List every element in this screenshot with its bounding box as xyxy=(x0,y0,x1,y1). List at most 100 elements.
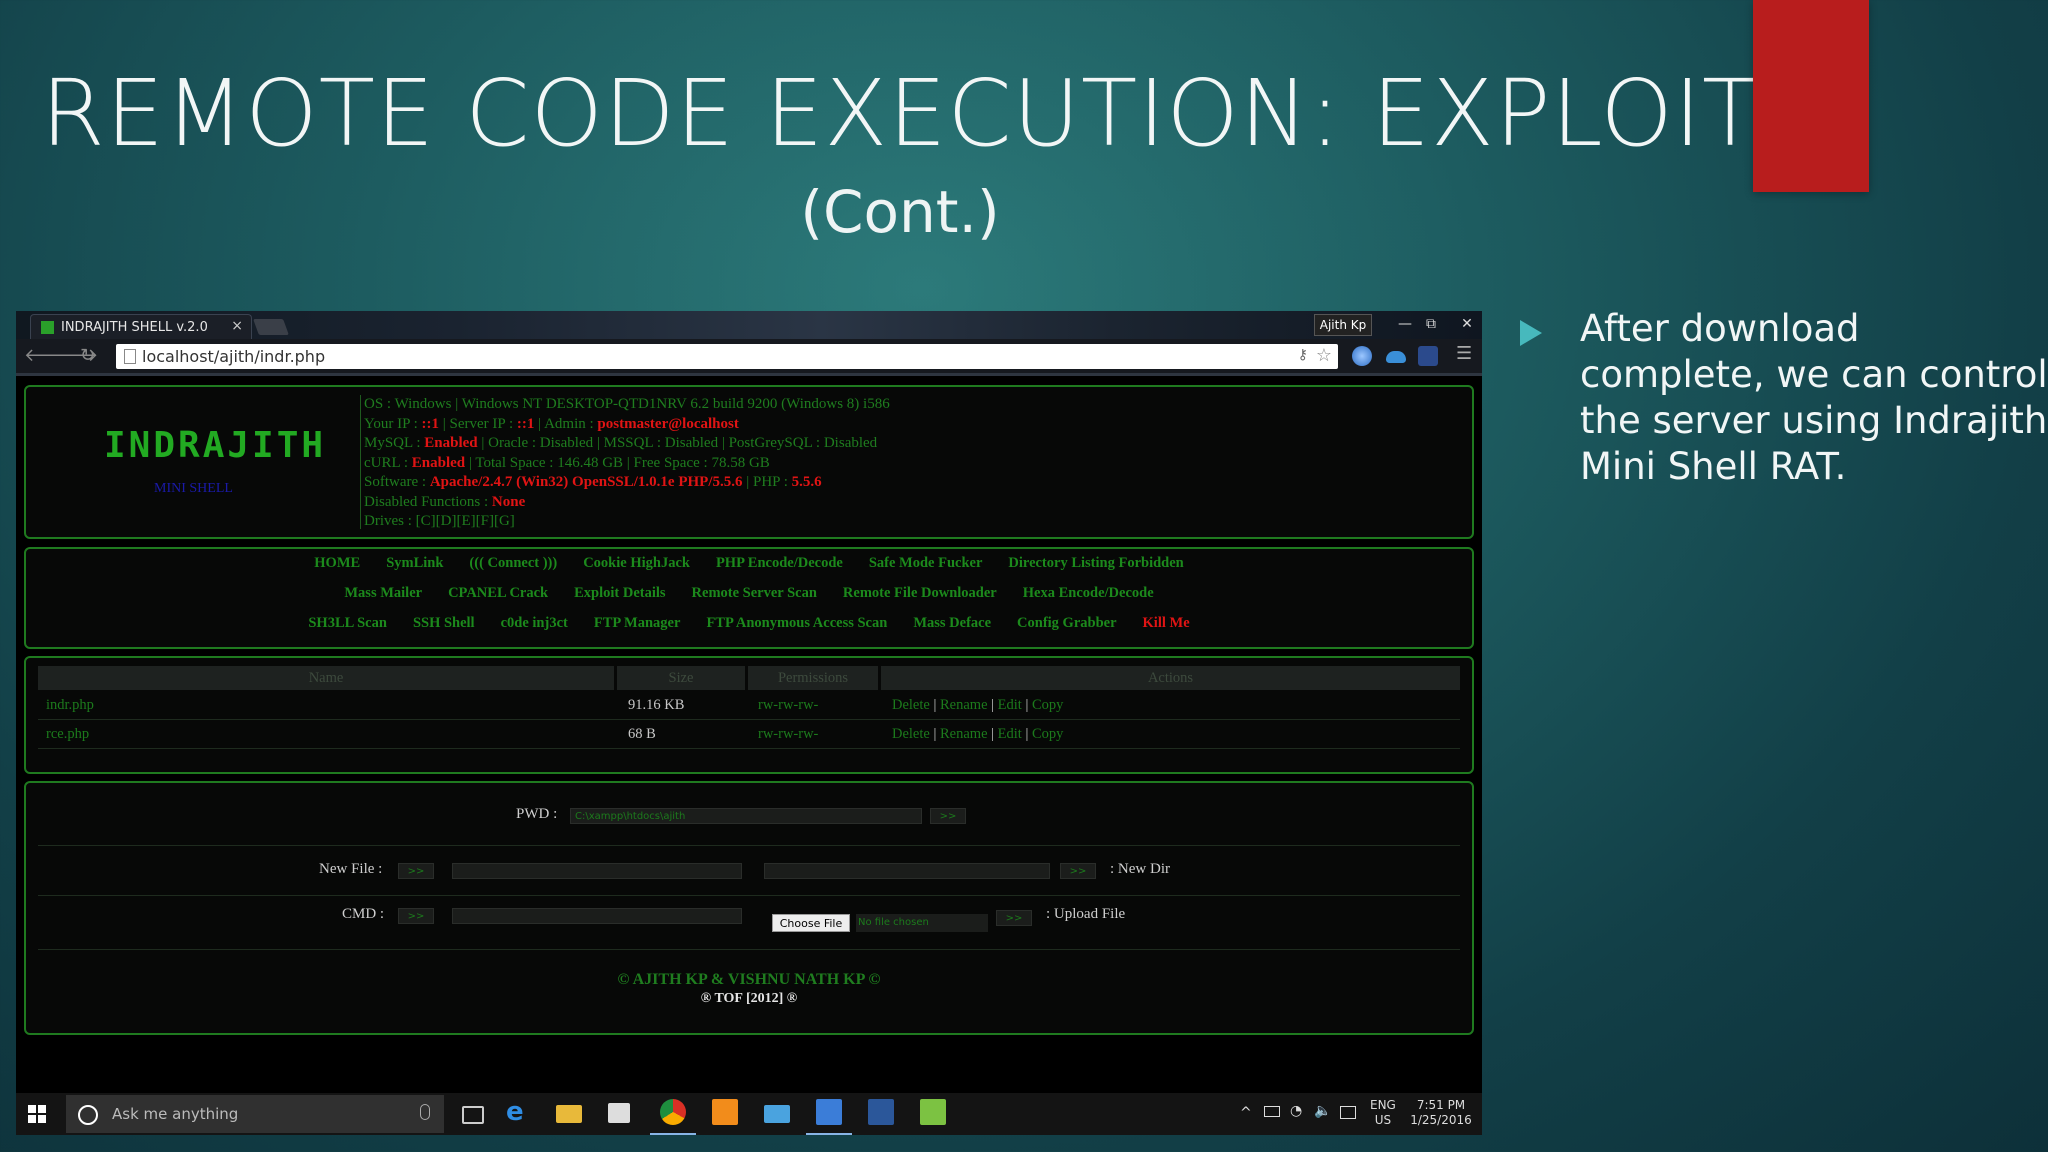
edge-browser-icon[interactable]: e xyxy=(506,1099,532,1125)
new-dir-go-button[interactable]: >> xyxy=(1060,863,1096,879)
file-name[interactable]: rce.php xyxy=(46,721,89,748)
menu-row: SH3LL Scan SSH Shell c0de inj3ct FTP Manage… xyxy=(26,615,1472,632)
menu-remote-server-scan[interactable]: Remote Server Scan xyxy=(692,585,817,601)
battery-icon[interactable] xyxy=(1264,1106,1280,1117)
rename-link[interactable]: Rename xyxy=(940,726,988,742)
bullet-arrow-icon xyxy=(1520,320,1542,346)
browser-titlebar: INDRAJITH SHELL v.2.0 × Ajith Kp — ⧉ ✕ xyxy=(16,311,1482,340)
minimize-icon[interactable]: — xyxy=(1392,313,1418,335)
start-windows-icon[interactable] xyxy=(28,1105,46,1123)
file-explorer-icon[interactable] xyxy=(556,1105,582,1123)
chrome-icon[interactable] xyxy=(660,1099,686,1125)
menu-exploit-details[interactable]: Exploit Details xyxy=(574,585,665,601)
delete-link[interactable]: Delete xyxy=(892,726,930,742)
reload-icon[interactable]: ↻ xyxy=(80,345,95,366)
menu-hexa-encode[interactable]: Hexa Encode/Decode xyxy=(1023,585,1154,601)
address-bar[interactable]: localhost/ajith/indr.php ⚷ ☆ xyxy=(116,344,1338,369)
ip-info: Your IP : ::1 | Server IP : ::1 | Admin … xyxy=(364,415,739,432)
menu-ftp-anonymous-scan[interactable]: FTP Anonymous Access Scan xyxy=(706,615,887,631)
choose-file-button[interactable]: Choose File xyxy=(772,914,850,932)
file-perms: rw-rw-rw- xyxy=(758,726,819,742)
table-row: indr.php 91.16 KB rw-rw-rw- Delete | Ren… xyxy=(38,692,1460,720)
browser-toolbar: 🡐 🡒 ↻ localhost/ajith/indr.php ⚷ ☆ ☰ xyxy=(16,339,1482,376)
copy-link[interactable]: Copy xyxy=(1032,697,1063,713)
menu-config-grabber[interactable]: Config Grabber xyxy=(1017,615,1116,631)
media-app-icon[interactable] xyxy=(816,1099,842,1125)
globe-extension-icon[interactable] xyxy=(1352,346,1372,366)
bullet-text: After download complete, we can control … xyxy=(1580,307,2048,488)
window-app-icon[interactable] xyxy=(764,1105,790,1123)
header-actions: Actions xyxy=(881,666,1460,690)
new-file-input[interactable] xyxy=(452,863,742,879)
language-indicator[interactable]: ENG US xyxy=(1370,1098,1396,1128)
upload-go-button[interactable]: >> xyxy=(996,910,1032,926)
file-table-panel: Name Size Permissions Actions indr.php 9… xyxy=(24,656,1474,774)
rename-link[interactable]: Rename xyxy=(940,697,988,713)
shell-menu-panel: HOME SymLink ((( Connect ))) Cookie HighJac… xyxy=(24,547,1474,649)
windows-taskbar: Ask me anything e ^ ◔ 🔈 ENG US 7:51 PM 1… xyxy=(16,1093,1482,1135)
new-file-label: New File : xyxy=(319,861,383,877)
menu-ftp-manager[interactable]: FTP Manager xyxy=(594,615,681,631)
menu-row: HOME SymLink ((( Connect ))) Cookie HighJac… xyxy=(26,555,1472,572)
new-dir-input[interactable] xyxy=(764,863,1050,879)
cmd-go-button[interactable]: >> xyxy=(398,908,434,924)
shell-logo-subtitle: MINI SHELL xyxy=(154,481,233,496)
close-window-icon[interactable]: ✕ xyxy=(1454,313,1480,335)
drives-info: Drives : [C][D][E][F][G] xyxy=(364,513,515,529)
volume-icon[interactable]: 🔈 xyxy=(1314,1103,1331,1119)
clock-date: 1/25/2016 xyxy=(1410,1113,1472,1127)
tab-close-icon[interactable]: × xyxy=(231,318,243,334)
pwd-input[interactable]: C:\xampp\htdocs\ajith xyxy=(570,808,922,824)
cortana-icon xyxy=(78,1105,98,1125)
store-icon[interactable] xyxy=(608,1103,630,1123)
menu-kill-me[interactable]: Kill Me xyxy=(1143,615,1190,631)
new-file-go-button[interactable]: >> xyxy=(398,863,434,879)
task-view-icon[interactable] xyxy=(462,1106,484,1124)
menu-mass-deface[interactable]: Mass Deface xyxy=(913,615,991,631)
file-actions: Delete | Rename | Edit | Copy xyxy=(892,726,1064,742)
menu-cpanel-crack[interactable]: CPANEL Crack xyxy=(448,585,548,601)
delete-link[interactable]: Delete xyxy=(892,697,930,713)
red-accent-block xyxy=(1753,0,1869,192)
menu-directory-listing[interactable]: Directory Listing Forbidden xyxy=(1008,555,1183,571)
curl-space-info: cURL : Enabled | Total Space : 146.48 GB… xyxy=(364,454,770,471)
clock-time: 7:51 PM xyxy=(1416,1098,1466,1112)
edit-link[interactable]: Edit xyxy=(998,726,1022,742)
microphone-icon[interactable] xyxy=(420,1104,430,1120)
user-badge[interactable]: Ajith Kp xyxy=(1314,314,1372,336)
menu-shell-scan[interactable]: SH3LL Scan xyxy=(308,615,387,631)
pwd-go-button[interactable]: >> xyxy=(930,808,966,824)
notifications-icon[interactable] xyxy=(1340,1106,1356,1119)
word-icon[interactable] xyxy=(868,1099,894,1125)
menu-symlink[interactable]: SymLink xyxy=(386,555,443,571)
browser-tab[interactable]: INDRAJITH SHELL v.2.0 × xyxy=(30,314,252,340)
menu-code-inject[interactable]: c0de inj3ct xyxy=(501,615,568,631)
bookmark-star-icon[interactable]: ☆ xyxy=(1316,345,1332,366)
wifi-icon[interactable]: ◔ xyxy=(1290,1103,1302,1119)
menu-mass-mailer[interactable]: Mass Mailer xyxy=(344,585,422,601)
show-hidden-icons-icon[interactable]: ^ xyxy=(1240,1105,1252,1121)
clock[interactable]: 7:51 PM 1/25/2016 xyxy=(1408,1098,1474,1128)
menu-icon[interactable]: ☰ xyxy=(1456,343,1472,364)
xampp-icon[interactable] xyxy=(712,1099,738,1125)
notepad-icon[interactable] xyxy=(920,1099,946,1125)
new-tab-button[interactable] xyxy=(253,319,289,335)
menu-ssh-shell[interactable]: SSH Shell xyxy=(413,615,475,631)
menu-home[interactable]: HOME xyxy=(314,555,360,571)
key-icon[interactable]: ⚷ xyxy=(1298,347,1308,363)
file-name[interactable]: indr.php xyxy=(46,692,94,719)
copy-link[interactable]: Copy xyxy=(1032,726,1063,742)
edit-link[interactable]: Edit xyxy=(998,697,1022,713)
cortana-search-box[interactable]: Ask me anything xyxy=(66,1095,444,1133)
tab-title: INDRAJITH SHELL v.2.0 xyxy=(61,320,208,335)
restore-icon[interactable]: ⧉ xyxy=(1418,313,1444,335)
menu-safe-mode[interactable]: Safe Mode Fucker xyxy=(869,555,983,571)
menu-connect[interactable]: ((( Connect ))) xyxy=(469,555,557,571)
row-divider xyxy=(38,845,1460,846)
chart-extension-icon[interactable] xyxy=(1418,346,1438,366)
menu-php-encode[interactable]: PHP Encode/Decode xyxy=(716,555,843,571)
menu-remote-file-downloader[interactable]: Remote File Downloader xyxy=(843,585,997,601)
menu-cookie-highjack[interactable]: Cookie HighJack xyxy=(583,555,690,571)
cmd-input[interactable] xyxy=(452,908,742,924)
cloud-extension-icon[interactable] xyxy=(1386,351,1406,363)
